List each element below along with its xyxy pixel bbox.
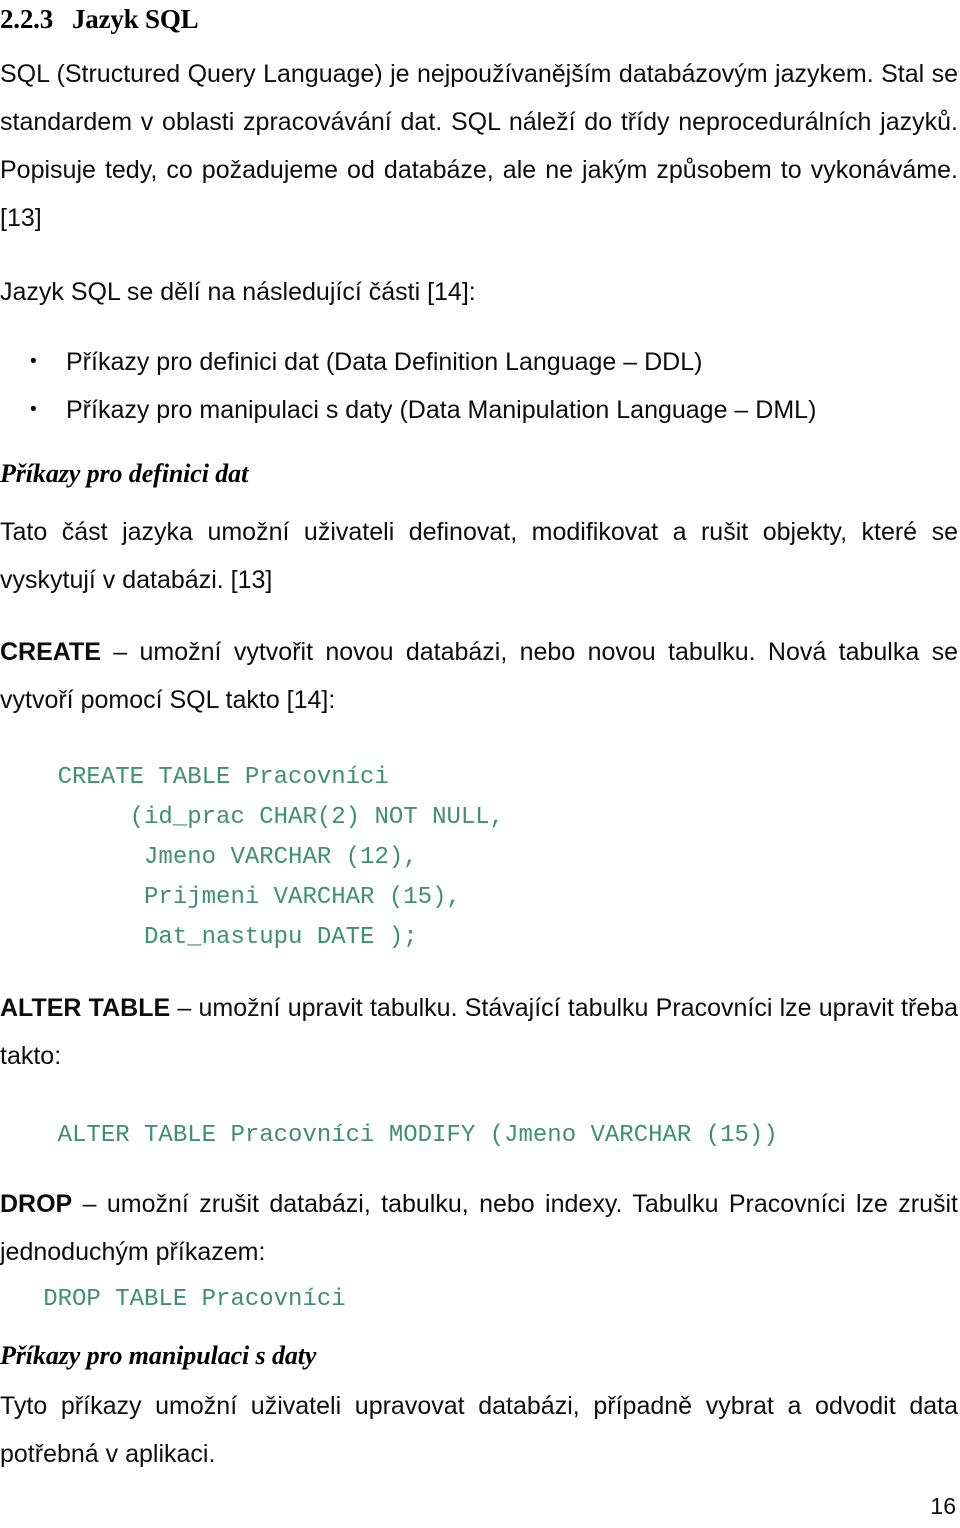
parts-lead-paragraph: Jazyk SQL se dělí na následující části [… bbox=[0, 278, 476, 306]
bullet-icon: • bbox=[30, 351, 37, 372]
list-item-label: Příkazy pro definici dat (Data Definitio… bbox=[66, 348, 703, 376]
section-number: 2.2.3 bbox=[0, 4, 54, 34]
drop-keyword: DROP bbox=[0, 1190, 73, 1218]
create-description: – umožní vytvořit novou databázi, nebo n… bbox=[0, 638, 958, 714]
sql-parts-list: • Příkazy pro definici dat (Data Definiti… bbox=[0, 338, 958, 434]
drop-paragraph: DROP – umožní zrušit databázi, tabulku, … bbox=[0, 1180, 958, 1276]
page-number: 16 bbox=[930, 1493, 956, 1519]
drop-table-code-block: DROP TABLE Pracovníci bbox=[0, 1286, 346, 1313]
create-keyword: CREATE bbox=[0, 638, 101, 666]
section-title: Jazyk SQL bbox=[72, 4, 199, 34]
list-item-label: Příkazy pro manipulaci s daty (Data Mani… bbox=[66, 396, 817, 424]
list-item: • Příkazy pro definici dat (Data Definiti… bbox=[0, 338, 958, 386]
alter-keyword: ALTER TABLE bbox=[0, 994, 171, 1022]
dml-description: Tyto příkazy umožní uživateli upravovat … bbox=[0, 1392, 958, 1468]
page-content: 2.2.3 Jazyk SQL SQL (Structured Query Lan… bbox=[0, 0, 958, 1478]
alter-table-code-block: ALTER TABLE Pracovníci MODIFY (Jmeno VAR… bbox=[0, 1122, 778, 1149]
drop-description: – umožní zrušit databázi, tabulku, nebo … bbox=[0, 1190, 958, 1266]
create-table-code-block: CREATE TABLE Pracovníci (id_prac CHAR(2)… bbox=[57, 764, 505, 951]
bullet-icon: • bbox=[30, 399, 37, 420]
document-page: 2.2.3 Jazyk SQL SQL (Structured Query Lan… bbox=[0, 0, 960, 1528]
intro-paragraph: SQL (Structured Query Language) je nejpo… bbox=[0, 60, 958, 232]
list-item: • Příkazy pro manipulaci s daty (Data Man… bbox=[0, 386, 958, 434]
alter-paragraph: ALTER TABLE – umožní upravit tabulku. St… bbox=[0, 984, 958, 1080]
create-paragraph: CREATE – umožní vytvořit novou databázi,… bbox=[0, 628, 958, 724]
ddl-subheading: Příkazy pro definici dat bbox=[0, 459, 249, 488]
section-heading: 2.2.3 Jazyk SQL bbox=[0, 0, 958, 36]
dml-subheading: Příkazy pro manipulaci s daty bbox=[0, 1341, 317, 1370]
ddl-description: Tato část jazyka umožní uživateli defino… bbox=[0, 518, 958, 594]
